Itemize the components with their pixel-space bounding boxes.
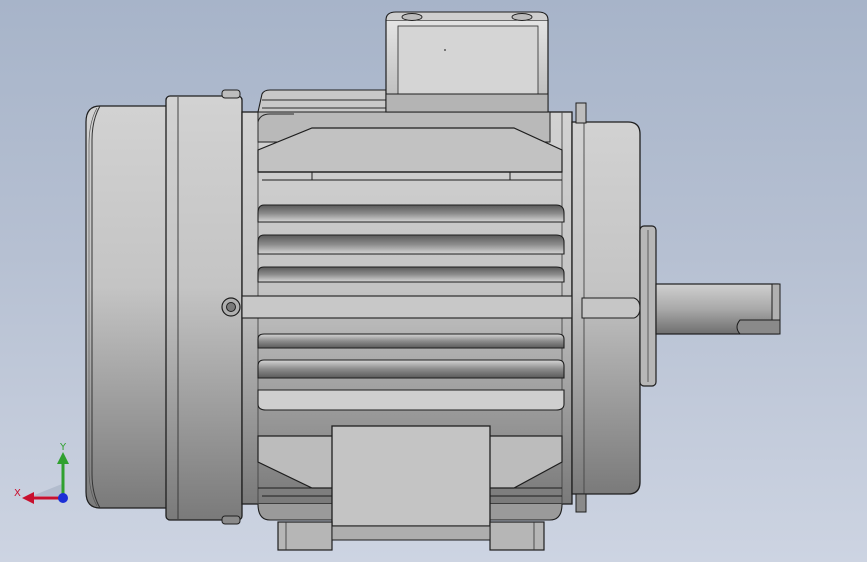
graphics-viewport[interactable]: Y X (0, 0, 867, 562)
triad-plane (32, 484, 62, 496)
motor-model[interactable] (0, 0, 867, 562)
z-axis-point (58, 493, 68, 503)
terminal-box (385, 11, 549, 113)
y-axis-arrow (57, 452, 69, 464)
output-shaft (655, 283, 781, 335)
end-bell (165, 89, 243, 525)
axis-triad: Y X (14, 442, 69, 504)
drive-end-flange (571, 102, 657, 513)
y-axis-label: Y (59, 442, 67, 453)
x-axis-arrow (22, 492, 34, 504)
x-axis-label: X (14, 488, 21, 499)
fan-cover (85, 105, 179, 509)
